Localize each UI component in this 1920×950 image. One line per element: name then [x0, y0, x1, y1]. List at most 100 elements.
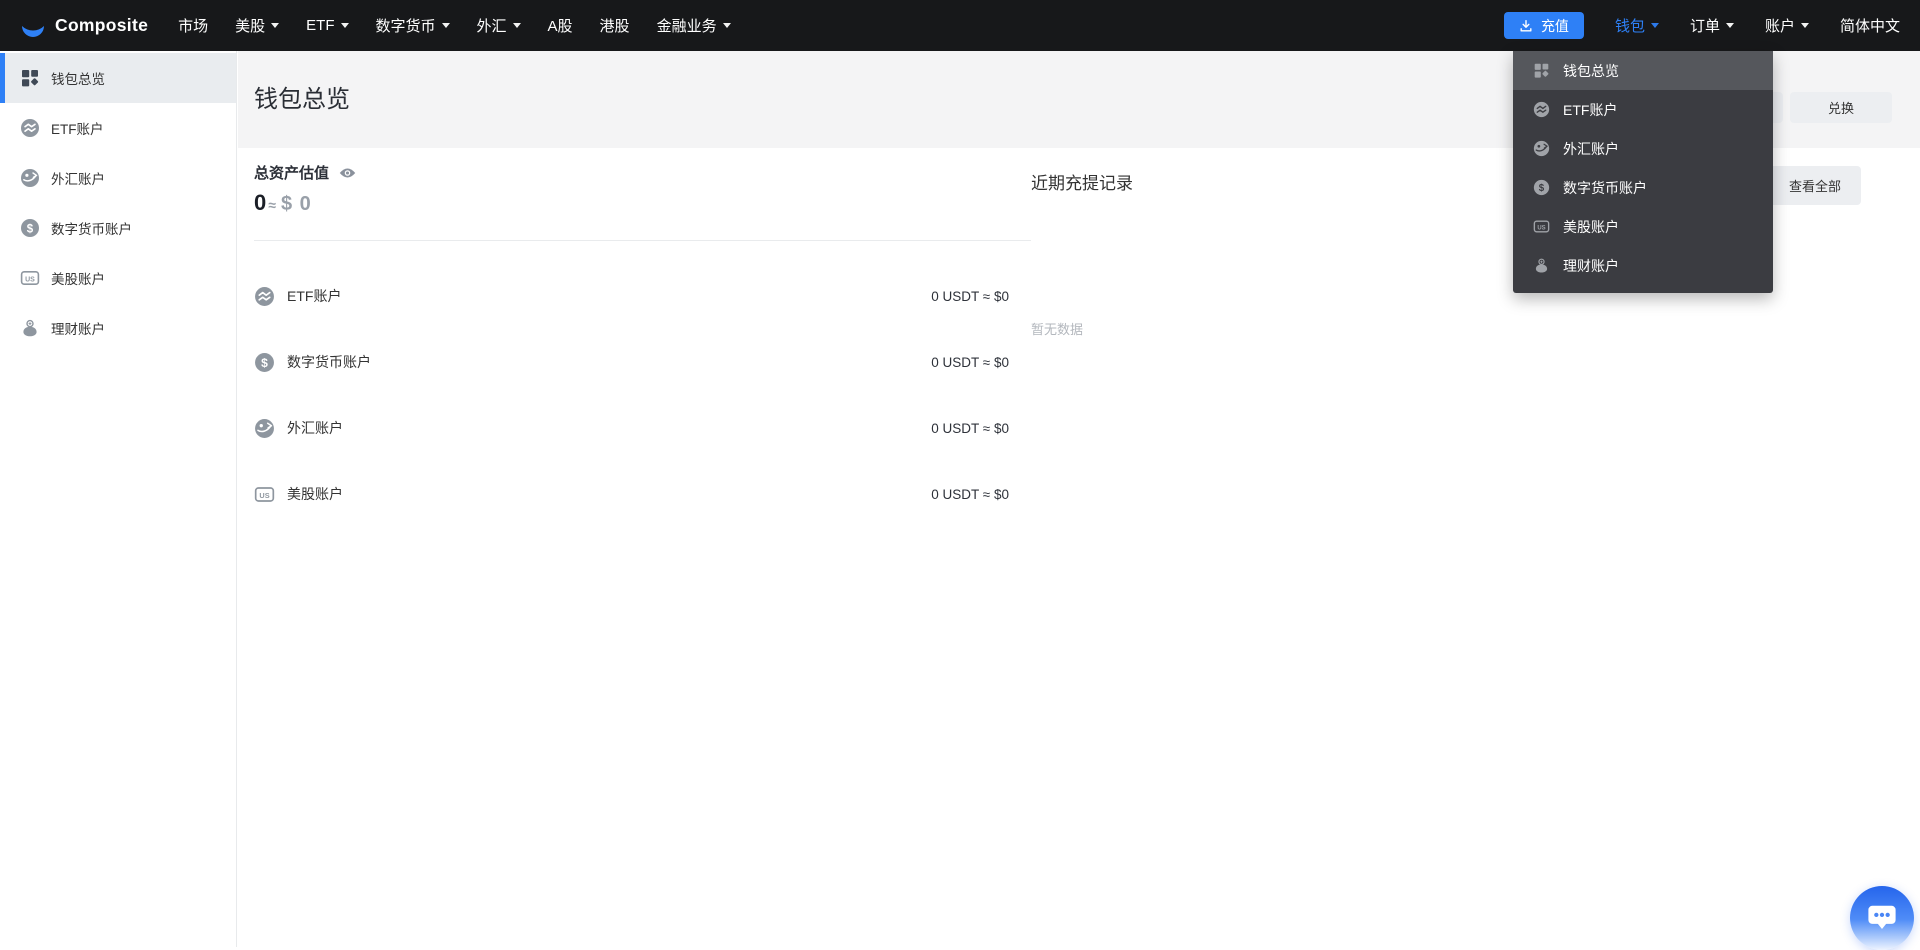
grid-icon: [20, 68, 40, 88]
nav-item-etf[interactable]: ETF: [306, 17, 349, 34]
account-name: 数字货币账户: [287, 354, 371, 370]
svg-text:$: $: [261, 356, 268, 370]
nav-item-a-shares[interactable]: A股: [548, 15, 573, 36]
piggy-bank-icon: [1533, 257, 1550, 274]
sidebar-item-wallet-overview[interactable]: 钱包总览: [0, 53, 236, 103]
sidebar-item-label: ETF账户: [51, 122, 104, 137]
account-balance: 0 USDT ≈ $0: [931, 420, 1009, 436]
dropdown-item-label: ETF账户: [1563, 101, 1618, 118]
globe-icon: [1533, 140, 1550, 157]
sidebar-item-etf-account[interactable]: ETF账户: [0, 103, 236, 153]
nav-item-account[interactable]: 账户: [1765, 15, 1809, 36]
nav-item-wallet[interactable]: 钱包: [1615, 15, 1659, 36]
svg-text:$: $: [1539, 183, 1545, 194]
nav-item-financial-services[interactable]: 金融业务: [657, 15, 731, 36]
chat-bubble-icon: [1865, 899, 1899, 933]
account-name: ETF账户: [287, 288, 342, 304]
account-row-etf[interactable]: ETF账户 0 USDT ≈ $0: [254, 263, 1031, 329]
account-balance: 0 USDT ≈ $0: [931, 354, 1009, 370]
download-icon: [1519, 19, 1533, 33]
chevron-down-icon: [340, 23, 349, 28]
sidebar-item-us-stock-account[interactable]: US 美股账户: [0, 253, 236, 303]
nav-item-hk-stocks[interactable]: 港股: [600, 15, 630, 36]
dropdown-item-wallet-overview[interactable]: 钱包总览: [1513, 51, 1773, 90]
chevron-down-icon: [1800, 23, 1809, 28]
chevron-down-icon: [722, 23, 731, 28]
account-balance: 0 USDT ≈ $0: [931, 486, 1009, 502]
svg-text:US: US: [259, 490, 269, 499]
svg-text:$: $: [27, 223, 34, 235]
brand-logo[interactable]: Composite: [20, 15, 148, 37]
us-badge-icon: US: [1533, 218, 1550, 235]
recharge-button[interactable]: 充值: [1503, 12, 1584, 39]
section-divider: [254, 240, 1031, 241]
navbar-user-area: 充值 钱包 订单 账户 简体中文: [1503, 12, 1900, 39]
dropdown-item-label: 数字货币账户: [1563, 179, 1647, 196]
dropdown-item-label: 理财账户: [1563, 257, 1619, 274]
etf-coins-icon: [254, 286, 275, 307]
dropdown-item-label: 钱包总览: [1563, 62, 1619, 79]
dropdown-item-forex-account[interactable]: 外汇账户: [1513, 129, 1773, 168]
records-panel: 近期充提记录 查看全部 暂无数据: [1031, 148, 1920, 527]
brand-crescent-icon: [20, 15, 46, 37]
dollar-coin-icon: $: [254, 352, 275, 373]
view-all-button[interactable]: 查看全部: [1768, 166, 1861, 205]
sidebar-item-crypto-account[interactable]: $ 数字货币账户: [0, 203, 236, 253]
wallet-overview-page: Composite 市场 美股 ETF 数字货币 外汇 A股 港股 金融业务 充…: [0, 0, 1920, 950]
chevron-down-icon: [271, 23, 280, 28]
us-badge-icon: US: [254, 484, 275, 505]
account-row-forex[interactable]: 外汇账户 0 USDT ≈ $0: [254, 395, 1031, 461]
dropdown-item-etf-account[interactable]: ETF账户: [1513, 90, 1773, 129]
nav-item-us-stocks[interactable]: 美股: [235, 15, 280, 36]
piggy-bank-icon: [20, 318, 40, 338]
primary-nav: 市场 美股 ETF 数字货币 外汇 A股 港股 金融业务: [178, 15, 731, 36]
nav-item-market[interactable]: 市场: [178, 15, 208, 36]
nav-item-orders[interactable]: 订单: [1690, 15, 1734, 36]
account-balance: 0 USDT ≈ $0: [931, 288, 1009, 304]
total-assets-value: 0 ≈ $ 0: [254, 190, 1031, 216]
account-row-crypto[interactable]: $ 数字货币账户 0 USDT ≈ $0: [254, 329, 1031, 395]
chevron-down-icon: [512, 23, 521, 28]
assets-panel: 总资产估值 0 ≈ $ 0 ETF账户 0 USDT ≈ $0 $ 数字货币账户…: [254, 148, 1031, 527]
nav-item-forex[interactable]: 外汇: [477, 15, 521, 36]
globe-icon: [20, 168, 40, 188]
top-navbar: Composite 市场 美股 ETF 数字货币 外汇 A股 港股 金融业务 充…: [0, 0, 1920, 51]
chevron-down-icon: [441, 23, 450, 28]
grid-icon: [1533, 62, 1550, 79]
approx-sign: ≈: [268, 197, 276, 213]
total-assets-label: 总资产估值: [254, 165, 330, 182]
exchange-button[interactable]: 兑换: [1790, 92, 1892, 123]
dollar-coin-icon: $: [20, 218, 40, 238]
chevron-down-icon: [1650, 23, 1659, 28]
chat-support-button[interactable]: [1850, 886, 1914, 950]
wallet-sidebar: 钱包总览 ETF账户 外汇账户 $ 数字货币账户 US 美股账户 理财账户: [0, 51, 237, 947]
sidebar-item-label: 美股账户: [51, 272, 105, 287]
language-switcher[interactable]: 简体中文: [1840, 15, 1900, 36]
dollar-coin-icon: $: [1533, 179, 1550, 196]
sidebar-item-wealth-account[interactable]: 理财账户: [0, 303, 236, 353]
usd-amount: $ 0: [280, 193, 312, 215]
svg-text:US: US: [25, 276, 35, 283]
etf-coins-icon: [1533, 101, 1550, 118]
sidebar-item-label: 数字货币账户: [51, 222, 132, 237]
brand-name: Composite: [55, 15, 149, 35]
dropdown-item-wealth-account[interactable]: 理财账户: [1513, 246, 1773, 285]
us-badge-icon: US: [20, 268, 40, 288]
sidebar-item-label: 外汇账户: [51, 172, 105, 187]
sidebar-item-forex-account[interactable]: 外汇账户: [0, 153, 236, 203]
sidebar-item-label: 理财账户: [51, 322, 105, 337]
etf-coins-icon: [20, 118, 40, 138]
dropdown-item-label: 美股账户: [1563, 218, 1619, 235]
account-name: 美股账户: [287, 486, 343, 502]
globe-icon: [254, 418, 275, 439]
empty-state-text: 暂无数据: [1031, 322, 1084, 337]
dropdown-item-us-stock-account[interactable]: US 美股账户: [1513, 207, 1773, 246]
account-row-us-stocks[interactable]: US 美股账户 0 USDT ≈ $0: [254, 461, 1031, 527]
wallet-dropdown-menu: 钱包总览 ETF账户 外汇账户 $ 数字货币账户 US 美股账户 理财账户: [1513, 51, 1773, 293]
eye-icon[interactable]: [339, 167, 356, 179]
chevron-down-icon: [1725, 23, 1734, 28]
svg-text:US: US: [1537, 225, 1545, 231]
dropdown-item-crypto-account[interactable]: $ 数字货币账户: [1513, 168, 1773, 207]
account-list: ETF账户 0 USDT ≈ $0 $ 数字货币账户 0 USDT ≈ $0 外…: [254, 263, 1031, 527]
nav-item-crypto[interactable]: 数字货币: [376, 15, 450, 36]
